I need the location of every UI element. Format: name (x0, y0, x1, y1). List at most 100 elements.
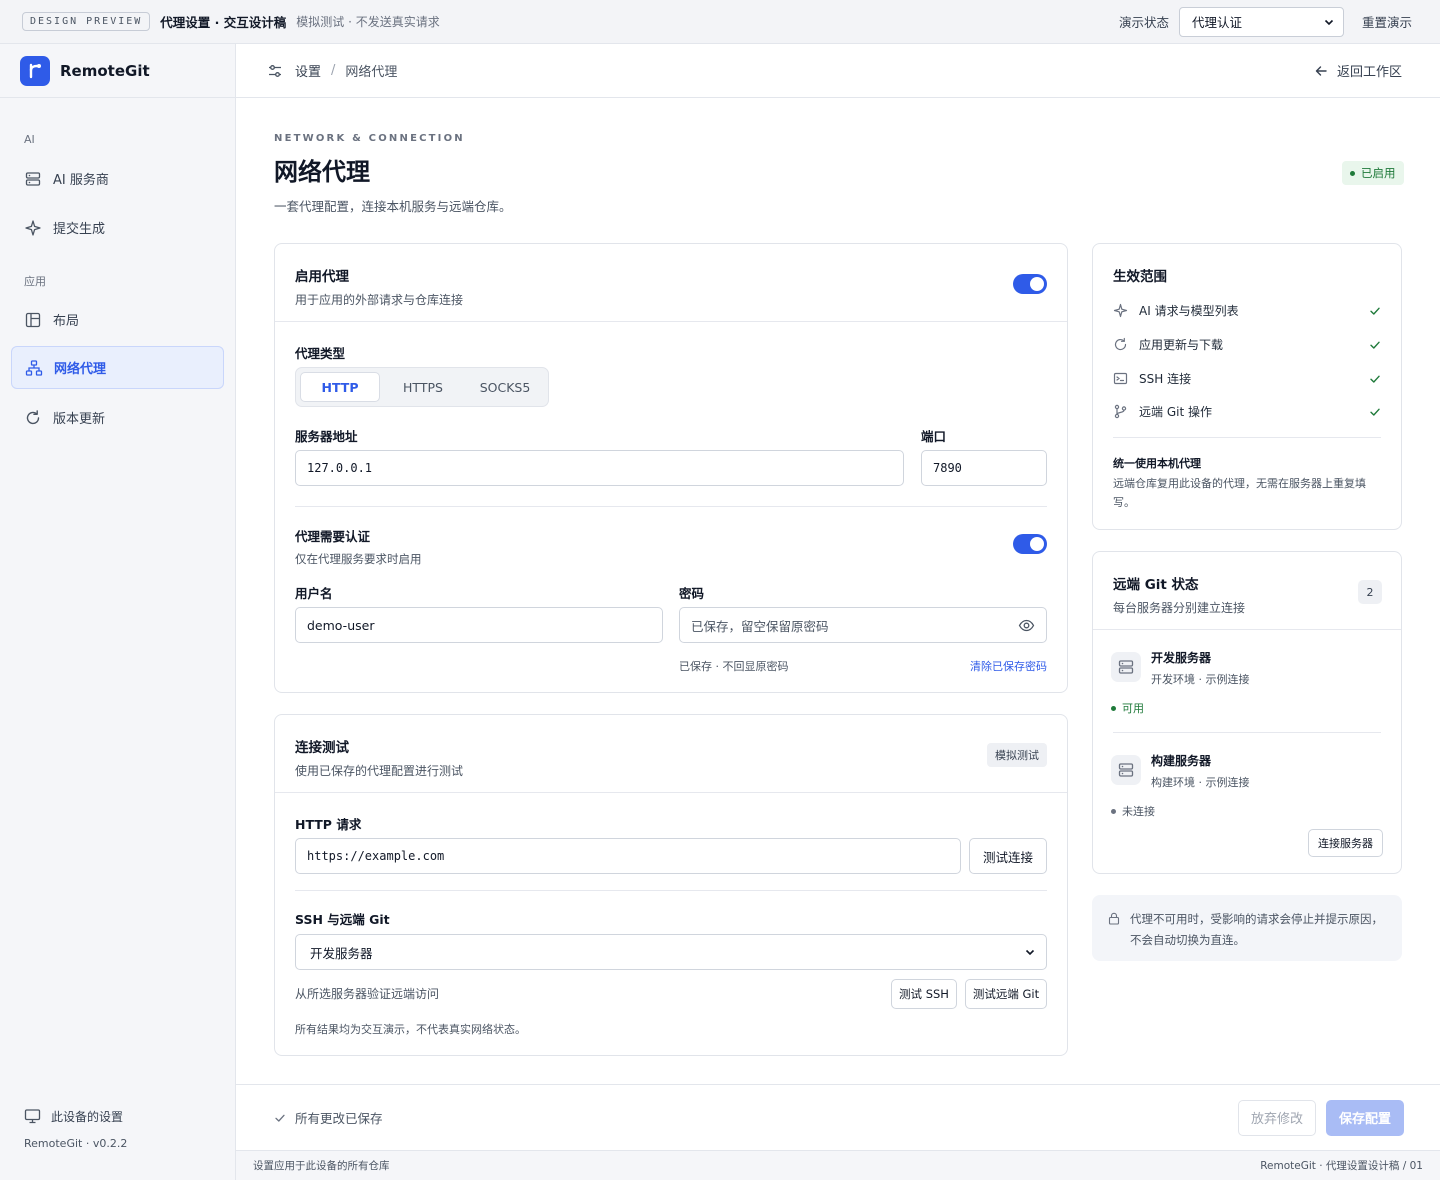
server-status-label: 可用 (1122, 702, 1144, 715)
username-label: 用户名 (295, 586, 333, 601)
proxy-auth-toggle[interactable] (1013, 534, 1047, 554)
banner-subtitle: 模拟测试 · 不发送真实请求 (296, 15, 440, 29)
sidebar-item-ai-provider[interactable]: AI 服务商 (11, 157, 224, 200)
card-divider (275, 321, 1067, 322)
reset-demo-button[interactable]: 重置演示 (1362, 12, 1412, 31)
proxy-type-socks5[interactable]: SOCKS5 (464, 372, 546, 402)
scope-note-title: 统一使用本机代理 (1113, 457, 1201, 470)
lock-icon (1108, 912, 1120, 961)
password-label: 密码 (679, 586, 705, 601)
ssh-git-label: SSH 与远端 Git (295, 912, 390, 927)
save-config-button[interactable]: 保存配置 (1326, 1099, 1404, 1136)
proxy-type-label: 代理类型 (295, 346, 346, 361)
test-card-title: 连接测试 (295, 740, 349, 756)
brand: RemoteGit (0, 44, 235, 98)
server-status: 可用 (1111, 700, 1144, 716)
back-to-workspace-button[interactable]: 返回工作区 (1314, 61, 1402, 80)
scope-card-title: 生效范围 (1113, 269, 1167, 285)
discard-changes-button[interactable]: 放弃修改 (1238, 1099, 1316, 1136)
scope-item-git: 远端 Git 操作 (1113, 403, 1381, 420)
scope-item-label: 远端 Git 操作 (1139, 405, 1212, 419)
server-status: 未连接 (1111, 803, 1155, 819)
sidebar-item-label: 布局 (53, 314, 80, 329)
chevron-down-icon (1024, 946, 1036, 958)
password-hint: 已保存 · 不回显原密码 (679, 660, 789, 673)
port-input[interactable]: 7890 (921, 450, 1047, 486)
server-icon (24, 170, 42, 188)
username-input[interactable]: demo-user (295, 607, 663, 643)
sidebar-item-version-update[interactable]: 版本更新 (11, 396, 224, 439)
sidebar-item-label: 提交生成 (53, 222, 106, 237)
action-footer: 所有更改已保存 放弃修改 保存配置 (236, 1084, 1440, 1150)
status-bar-left: 设置应用于此设备的所有仓库 (253, 1160, 390, 1172)
server-desc: 开发环境 · 示例连接 (1151, 673, 1250, 686)
sliders-icon (267, 63, 283, 79)
demo-state-select[interactable]: 代理认证 (1178, 6, 1344, 37)
breadcrumb-separator: / (331, 63, 336, 78)
refresh-icon (1113, 337, 1128, 352)
server-address-input[interactable]: 127.0.0.1 (295, 450, 904, 486)
proxy-auth-subtitle: 仅在代理服务要求时启用 (295, 552, 422, 566)
proxy-type-segmented-control: HTTP HTTPS SOCKS5 (295, 367, 549, 407)
server-name: 开发服务器 (1151, 651, 1212, 665)
check-icon (274, 1112, 286, 1124)
scope-item-label: AI 请求与模型列表 (1139, 304, 1239, 318)
sidebar-item-network-proxy[interactable]: 网络代理 (11, 346, 224, 389)
status-dot (1111, 705, 1116, 711)
test-connection-button[interactable]: 测试连接 (969, 838, 1047, 874)
proxy-type-https[interactable]: HTTPS (384, 372, 462, 402)
chevron-down-icon (1323, 16, 1335, 28)
password-input[interactable]: 已保存，留空保留原密码 (679, 607, 1047, 643)
proxy-auth-title: 代理需要认证 (295, 529, 371, 544)
section-divider (295, 506, 1047, 507)
sidebar-item-layout[interactable]: 布局 (11, 298, 224, 341)
simulated-test-badge: 模拟测试 (987, 743, 1047, 767)
save-status-label: 所有更改已保存 (295, 1111, 383, 1126)
monitor-icon (24, 1108, 41, 1125)
http-request-label: HTTP 请求 (295, 817, 362, 832)
section-divider (1113, 732, 1381, 733)
save-status: 所有更改已保存 (274, 1108, 383, 1127)
banner-title: 代理设置 · 交互设计稿 (160, 15, 287, 30)
clear-password-link[interactable]: 清除已保存密码 (970, 658, 1047, 674)
card-divider (275, 792, 1067, 793)
check-icon (1369, 406, 1381, 418)
test-remote-git-button[interactable]: 测试远端 Git (965, 979, 1047, 1009)
breadcrumb-settings[interactable]: 设置 (295, 61, 321, 80)
section-divider (295, 890, 1047, 891)
page-title: 网络代理 (274, 158, 370, 186)
test-ssh-button[interactable]: 测试 SSH (891, 979, 957, 1009)
sidebar-item-label: 版本更新 (53, 412, 106, 427)
eye-icon[interactable] (1018, 617, 1035, 634)
breadcrumb-current: 网络代理 (345, 65, 398, 80)
nav-section-ai: AI (24, 133, 35, 146)
status-bar: 设置应用于此设备的所有仓库 RemoteGit · 代理设置设计稿 / 01 (236, 1150, 1440, 1180)
http-url-input[interactable]: https://example.com (295, 838, 961, 874)
sidebar-item-label: AI 服务商 (53, 173, 109, 188)
sidebar-item-commit-generation[interactable]: 提交生成 (11, 206, 224, 249)
server-select[interactable]: 开发服务器 (295, 934, 1047, 970)
nav-section-app: 应用 (24, 275, 46, 288)
server-icon (1111, 755, 1141, 785)
git-branch-icon (1113, 404, 1128, 419)
layout-icon (24, 311, 42, 329)
status-dot (1111, 808, 1116, 814)
design-preview-tag: DESIGN PREVIEW (22, 12, 151, 31)
sparkle-icon (24, 219, 42, 237)
proxy-card-subtitle: 用于应用的外部请求与仓库连接 (295, 293, 464, 307)
status-badge: 已启用 (1342, 161, 1404, 185)
proxy-notice: 代理不可用时，受影响的请求会停止并提示原因，不会自动切换为直连。 (1092, 895, 1402, 961)
git-status-subtitle: 每台服务器分别建立连接 (1113, 601, 1246, 615)
scope-item-ssh: SSH 连接 (1113, 370, 1381, 387)
connect-server-button[interactable]: 连接服务器 (1308, 829, 1383, 857)
proxy-type-http[interactable]: HTTP (300, 372, 380, 402)
breadcrumb: 设置 / 网络代理 (267, 61, 397, 80)
device-settings-label: 此设备的设置 (51, 1110, 124, 1124)
enable-proxy-toggle[interactable] (1013, 274, 1047, 294)
sidebar: RemoteGit AI AI 服务商 提交生成 应用 布局 网络代理 版本更新 (0, 44, 236, 1180)
scope-item-ai: AI 请求与模型列表 (1113, 302, 1381, 319)
check-icon (1369, 373, 1381, 385)
port-label: 端口 (921, 429, 947, 444)
server-icon (1111, 652, 1141, 682)
proxy-card-title: 启用代理 (295, 269, 349, 285)
